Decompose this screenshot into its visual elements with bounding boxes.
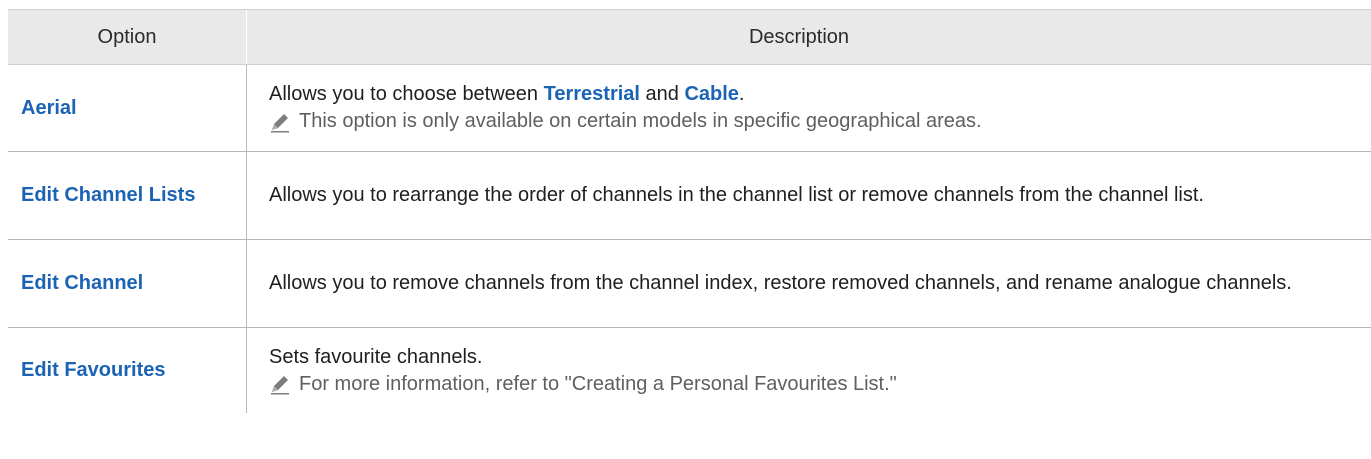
link-terrestrial[interactable]: Terrestrial	[544, 83, 640, 105]
pencil-icon	[271, 113, 289, 132]
description-mid: and	[639, 83, 685, 105]
option-aerial[interactable]: Aerial	[21, 95, 77, 122]
option-cell: Edit Channel	[8, 240, 247, 327]
description-cell: Allows you to choose between Terrestrial…	[247, 65, 1371, 151]
table-row: Edit Channel Lists Allows you to rearran…	[8, 152, 1371, 240]
description-cell: Allows you to rearrange the order of cha…	[247, 152, 1371, 239]
description-text: Sets favourite channels.	[269, 345, 483, 368]
header-description: Description	[748, 25, 850, 48]
note: This option is only available on certain…	[269, 108, 1351, 135]
table-row: Edit Favourites Sets favourite channels.…	[8, 328, 1371, 413]
header-description-cell: Description	[247, 10, 1371, 64]
option-edit-channel-lists[interactable]: Edit Channel Lists	[21, 182, 211, 209]
option-edit-favourites[interactable]: Edit Favourites	[21, 357, 165, 384]
description-cell: Sets favourite channels. For more inform…	[247, 328, 1371, 413]
note: For more information, refer to "Creating…	[269, 371, 1351, 398]
option-cell: Edit Favourites	[8, 328, 247, 413]
option-cell: Aerial	[8, 65, 247, 151]
description-text: Allows you to rearrange the order of cha…	[269, 184, 1204, 206]
table-row: Aerial Allows you to choose between Terr…	[8, 65, 1371, 152]
note-text: For more information, refer to "Creating…	[299, 372, 897, 395]
pencil-icon	[271, 376, 289, 395]
options-table: Option Description Aerial Allows you to …	[8, 9, 1371, 413]
description-text: Allows you to choose between Terrestrial…	[269, 81, 1351, 108]
option-cell: Edit Channel Lists	[8, 152, 247, 239]
note-text: This option is only available on certain…	[299, 110, 982, 132]
description-cell: Allows you to remove channels from the c…	[247, 240, 1371, 327]
link-cable[interactable]: Cable	[684, 83, 738, 105]
header-option: Option	[97, 25, 157, 48]
description-prefix: Allows you to choose between	[269, 83, 544, 105]
description-suffix: .	[738, 83, 745, 105]
table-row: Edit Channel Allows you to remove channe…	[8, 240, 1371, 328]
description-text: Allows you to remove channels from the c…	[269, 272, 1292, 294]
option-edit-channel[interactable]: Edit Channel	[21, 270, 143, 297]
header-option-cell: Option	[8, 10, 247, 64]
table-header: Option Description	[8, 9, 1371, 65]
